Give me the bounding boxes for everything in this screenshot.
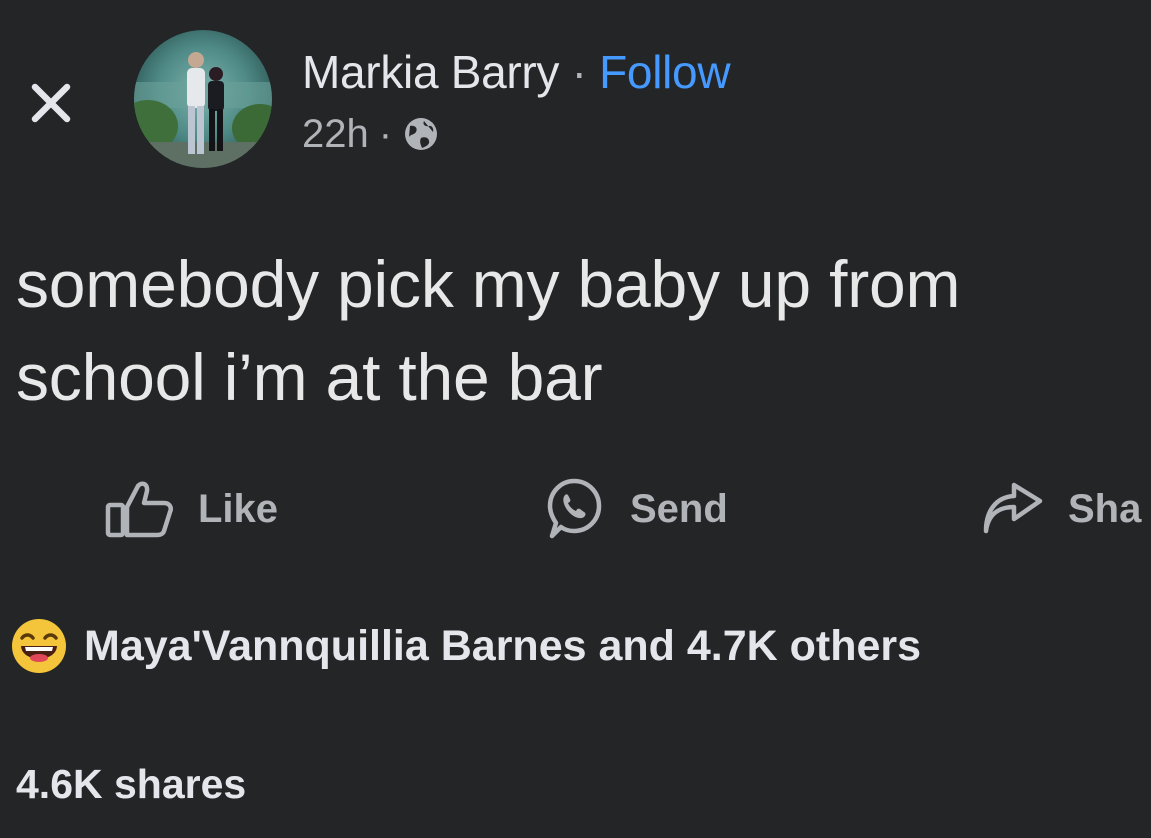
author-name[interactable]: Markia Barry <box>302 46 559 98</box>
whatsapp-icon <box>547 478 602 539</box>
meta-separator: · <box>378 112 393 156</box>
author-separator: · <box>571 46 587 98</box>
shares-count[interactable]: 4.6K shares <box>16 754 246 814</box>
share-button[interactable]: Sha <box>980 474 1141 544</box>
close-icon <box>31 83 71 123</box>
post-text-line: school i’m at the bar <box>16 340 603 414</box>
follow-button[interactable]: Follow <box>599 46 730 98</box>
post-meta: 22h · <box>302 110 438 158</box>
globe-icon <box>405 118 438 150</box>
post-text-line: somebody pick my baby up from <box>16 247 961 321</box>
share-arrow-icon <box>983 482 1043 534</box>
send-button[interactable]: Send <box>538 474 728 544</box>
like-button[interactable]: Like <box>104 474 278 544</box>
author-line: Markia Barry · Follow <box>302 44 731 100</box>
reactions-text: Maya'Vannquillia Barnes and 4.7K others <box>84 621 922 670</box>
profile-photo <box>134 30 272 168</box>
close-button[interactable] <box>22 74 80 132</box>
thumbs-up-icon <box>105 481 173 538</box>
send-label: Send <box>630 486 728 531</box>
reactions-summary[interactable]: Maya'Vannquillia Barnes and 4.7K others <box>10 614 921 678</box>
post-timestamp[interactable]: 22h <box>302 110 369 158</box>
post-text: somebody pick my baby up from school i’m… <box>16 238 1151 424</box>
laughing-emoji-icon <box>12 619 66 673</box>
like-label: Like <box>198 486 279 531</box>
share-label: Sha <box>1068 486 1142 531</box>
avatar[interactable] <box>134 30 272 168</box>
